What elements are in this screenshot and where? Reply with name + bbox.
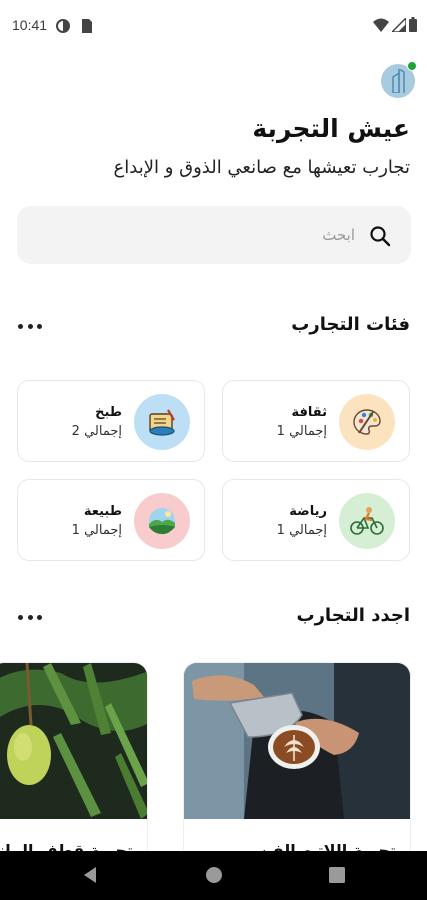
signal-icon bbox=[392, 18, 406, 32]
category-card-cooking[interactable]: طبخ إجمالي 2 bbox=[17, 380, 205, 462]
categories-more-button[interactable] bbox=[18, 319, 42, 333]
search-input[interactable] bbox=[55, 222, 355, 248]
experience-card[interactable]: تجربة اللاتيه الفن bbox=[183, 662, 411, 862]
category-name: رياضة bbox=[289, 504, 327, 519]
category-card-nature[interactable]: طبيعة إجمالي 1 bbox=[17, 479, 205, 561]
landscape-icon bbox=[149, 508, 175, 535]
category-count: إجمالي 1 bbox=[276, 424, 327, 439]
recents-icon[interactable] bbox=[329, 867, 345, 883]
mango-tree-photo bbox=[0, 663, 147, 819]
page-subtitle: تجارب تعيشها مع صانعي الذوق و الإبداع bbox=[113, 157, 410, 178]
sim-card-icon bbox=[82, 19, 92, 33]
page-title: عيش التجربة bbox=[252, 114, 410, 143]
categories-section-title: فئات التجارب bbox=[291, 314, 410, 335]
system-nav-bar bbox=[0, 851, 427, 900]
dot-icon bbox=[27, 323, 33, 329]
category-card-culture[interactable]: ثقافة إجمالي 1 bbox=[222, 380, 410, 462]
dot-icon bbox=[18, 323, 23, 329]
latte-art-photo bbox=[184, 663, 410, 819]
category-icon-circle bbox=[339, 394, 395, 450]
online-status-dot bbox=[407, 61, 417, 71]
back-icon[interactable] bbox=[82, 866, 98, 884]
search-icon[interactable] bbox=[369, 225, 391, 247]
sync-icon bbox=[56, 19, 70, 33]
dot-icon bbox=[37, 614, 42, 620]
category-icon-circle bbox=[134, 394, 190, 450]
dot-icon bbox=[37, 323, 42, 329]
status-bar: 10:41 bbox=[0, 0, 427, 52]
category-count: إجمالي 1 bbox=[276, 523, 327, 538]
battery-icon bbox=[409, 17, 417, 32]
category-count: إجمالي 1 bbox=[71, 523, 122, 538]
experience-card[interactable]: تجربة قطف المانجو bbox=[0, 662, 148, 862]
category-name: ثقافة bbox=[291, 405, 327, 420]
dot-icon bbox=[18, 614, 23, 620]
category-icon-circle bbox=[134, 493, 190, 549]
dot-icon bbox=[27, 614, 33, 620]
search-bar[interactable] bbox=[17, 206, 411, 264]
cyclist-icon bbox=[350, 507, 384, 535]
cooking-icon bbox=[149, 409, 175, 436]
wifi-icon bbox=[373, 18, 389, 32]
category-card-sports[interactable]: رياضة إجمالي 1 bbox=[222, 479, 410, 561]
category-name: طبخ bbox=[95, 405, 122, 420]
latest-more-button[interactable] bbox=[18, 610, 42, 624]
category-count: إجمالي 2 bbox=[71, 424, 122, 439]
palette-icon bbox=[353, 409, 381, 435]
profile-avatar-button[interactable] bbox=[381, 61, 417, 98]
building-icon bbox=[392, 69, 405, 93]
status-time: 10:41 bbox=[12, 17, 48, 33]
home-icon[interactable] bbox=[205, 866, 223, 884]
category-icon-circle bbox=[339, 493, 395, 549]
latest-section-title: اجدد التجارب bbox=[296, 605, 410, 626]
category-name: طبيعة bbox=[83, 504, 122, 519]
